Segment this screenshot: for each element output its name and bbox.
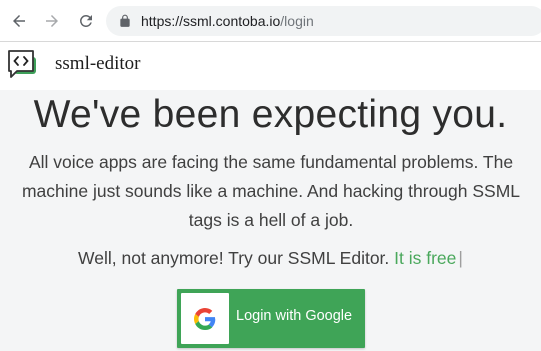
page-headline: We've been expecting you.	[33, 93, 508, 136]
url-path: /login	[280, 13, 314, 29]
tagline-text: Well, not anymore! Try our SSML Editor.	[78, 248, 395, 268]
login-button-label: Login with Google	[236, 308, 353, 324]
hero-description: All voice apps are facing the same funda…	[21, 152, 521, 230]
reload-button[interactable]	[75, 10, 97, 32]
lock-icon	[120, 14, 130, 27]
google-logo-icon	[194, 307, 216, 330]
login-hero: We've been expecting you. All voice apps…	[0, 90, 541, 351]
back-button[interactable]	[8, 10, 30, 32]
app-header: ssml-editor	[0, 42, 541, 90]
url-host: https://ssml.contoba.io	[141, 13, 281, 29]
google-logo-box	[181, 293, 229, 344]
free-typed-text: It is free	[394, 248, 457, 268]
forward-button[interactable]	[41, 10, 63, 32]
typing-cursor: |	[458, 248, 463, 268]
reload-icon	[80, 14, 92, 27]
browser-toolbar: https://ssml.contoba.io/login	[0, 0, 541, 42]
code-bubble-logo-icon	[8, 50, 36, 78]
arrow-right-icon	[46, 15, 58, 27]
address-bar[interactable]: https://ssml.contoba.io/login	[106, 6, 541, 36]
tagline: Well, not anymore! Try our SSML Editor. …	[0, 245, 541, 271]
arrow-left-icon	[13, 15, 25, 27]
app-name[interactable]: ssml-editor	[55, 53, 141, 75]
login-with-google-button[interactable]: Login with Google	[177, 289, 365, 348]
